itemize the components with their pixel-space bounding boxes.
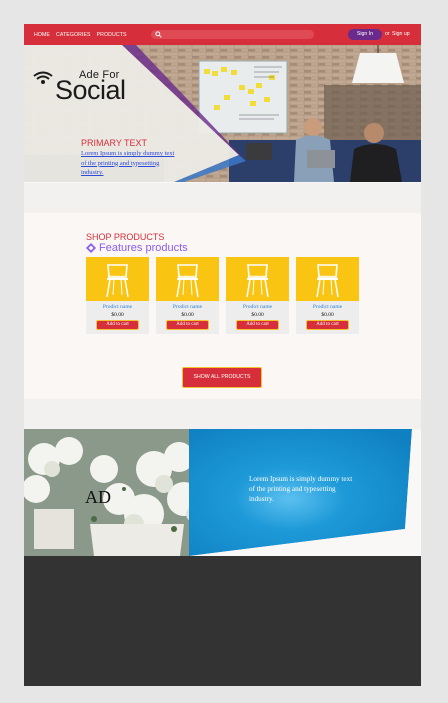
product-tag: PRODUCT xyxy=(177,274,198,279)
product-image xyxy=(296,257,359,301)
add-to-cart-button[interactable]: Add to cart xyxy=(306,320,349,330)
promo-text: Lorem Ipsum is simply dummy text of the … xyxy=(249,475,353,503)
product-price: $0.00 xyxy=(181,312,194,318)
product-grid: PRODUCT Prodict name $0.00 Add to cart P… xyxy=(86,257,359,334)
product-name[interactable]: Prodict name xyxy=(156,304,219,310)
product-price: $0.00 xyxy=(321,312,334,318)
nav-categories-link[interactable]: CATEGORIES xyxy=(56,32,91,38)
hero-primary-text: PRIMARY TEXT xyxy=(81,138,148,148)
hero-body-link[interactable]: Lorem Ipsum is simply dummy text of the … xyxy=(81,149,179,178)
features-label: Features products xyxy=(99,242,188,254)
product-image xyxy=(86,257,149,301)
nav-products-link[interactable]: PRODUCTS xyxy=(97,32,127,38)
product-card[interactable]: PRODUCT Prodict name $0.00 Add to cart xyxy=(226,257,289,334)
chair-icon xyxy=(246,264,269,298)
product-price: $0.00 xyxy=(111,312,124,318)
chair-icon xyxy=(316,264,339,298)
product-card[interactable]: PRODUCT Prodict name $0.00 Add to cart xyxy=(86,257,149,334)
sign-in-button[interactable]: Sign In xyxy=(348,29,382,40)
product-name[interactable]: Prodict name xyxy=(226,304,289,310)
nav-home-link[interactable]: HOME xyxy=(34,32,50,38)
promo-section: AD Lorem Ipsum is simply dummy text of t… xyxy=(24,429,421,556)
logo-text-bottom: Social xyxy=(55,75,126,105)
hero-banner: Ade For Social PRIMARY TEXT Lorem Ipsum … xyxy=(24,45,421,182)
search-icon xyxy=(155,31,162,38)
top-navbar: HOME CATEGORIES PRODUCTS Sign In or Sign… xyxy=(24,24,421,45)
section-spacer xyxy=(24,399,421,429)
show-all-products-button[interactable]: SHOW ALL PRODUCTS xyxy=(182,367,262,388)
product-tag: PRODUCT xyxy=(107,274,128,279)
product-image xyxy=(156,257,219,301)
wifi-icon xyxy=(33,71,53,84)
product-card[interactable]: PRODUCT Prodict name $0.00 Add to cart xyxy=(296,257,359,334)
product-price: $0.00 xyxy=(251,312,264,318)
product-name[interactable]: Prodict name xyxy=(296,304,359,310)
shop-title: SHOP PRODUCTS xyxy=(86,232,165,242)
footer xyxy=(24,556,421,686)
or-label: or xyxy=(385,31,390,37)
product-name[interactable]: Prodict name xyxy=(86,304,149,310)
product-card[interactable]: PRODUCT Prodict name $0.00 Add to cart xyxy=(156,257,219,334)
section-spacer xyxy=(24,183,421,213)
chair-icon xyxy=(106,264,129,298)
page: HOME CATEGORIES PRODUCTS Sign In or Sign… xyxy=(24,24,421,686)
product-tag: PRODUCT xyxy=(247,274,268,279)
promo-blue-panel xyxy=(189,429,421,556)
add-to-cart-button[interactable]: Add to cart xyxy=(236,320,279,330)
search-input[interactable] xyxy=(151,30,314,39)
add-to-cart-button[interactable]: Add to cart xyxy=(96,320,139,330)
chair-icon xyxy=(176,264,199,298)
product-image xyxy=(226,257,289,301)
diamond-icon xyxy=(86,243,96,253)
sign-up-link[interactable]: Sign up xyxy=(392,24,410,45)
add-to-cart-button[interactable]: Add to cart xyxy=(166,320,209,330)
product-tag: PRODUCT xyxy=(317,274,338,279)
shop-products-section: SHOP PRODUCTS Features products PRODUCT … xyxy=(24,213,421,399)
features-heading: Features products xyxy=(86,242,188,254)
